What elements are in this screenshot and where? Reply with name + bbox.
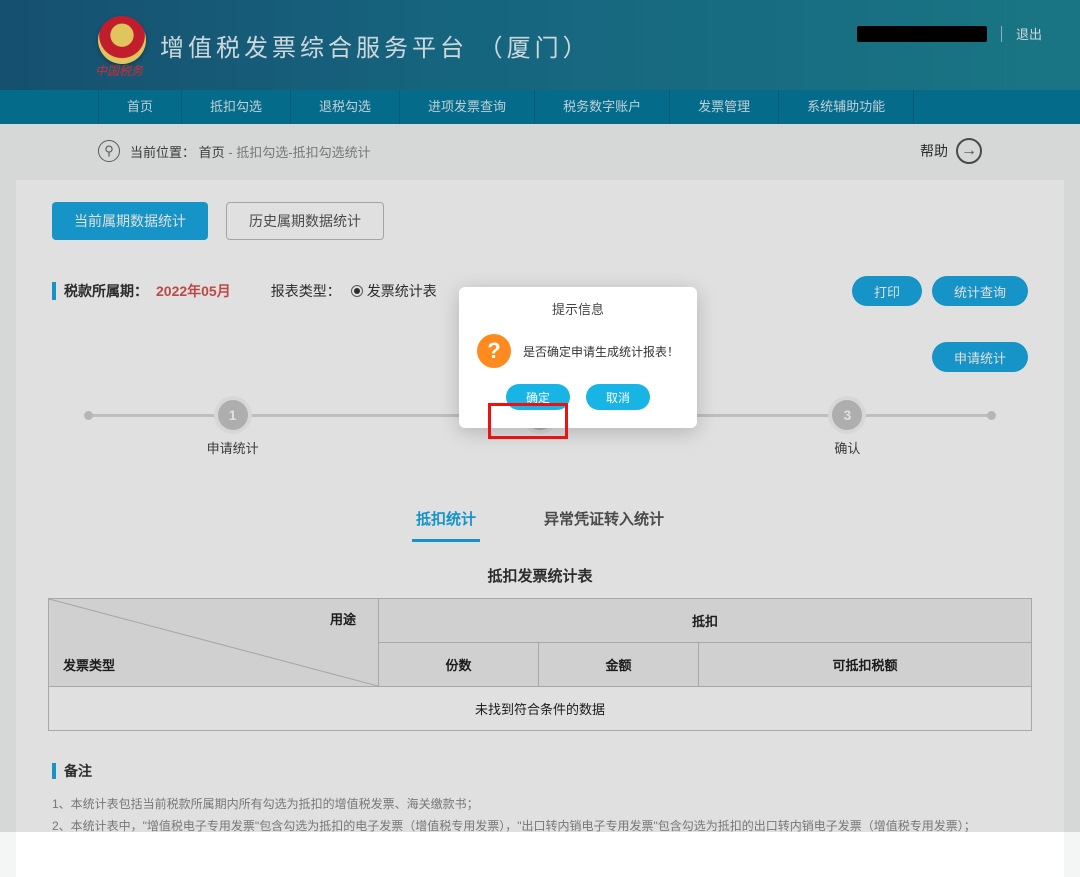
modal-message: 是否确定申请生成统计报表！ xyxy=(523,343,679,360)
modal-cancel-button[interactable]: 取消 xyxy=(586,384,650,410)
confirm-modal: 提示信息 ? 是否确定申请生成统计报表！ 确定 取消 xyxy=(459,287,697,428)
modal-title: 提示信息 xyxy=(459,287,697,328)
question-icon: ? xyxy=(477,334,511,368)
modal-ok-button[interactable]: 确定 xyxy=(506,384,570,410)
